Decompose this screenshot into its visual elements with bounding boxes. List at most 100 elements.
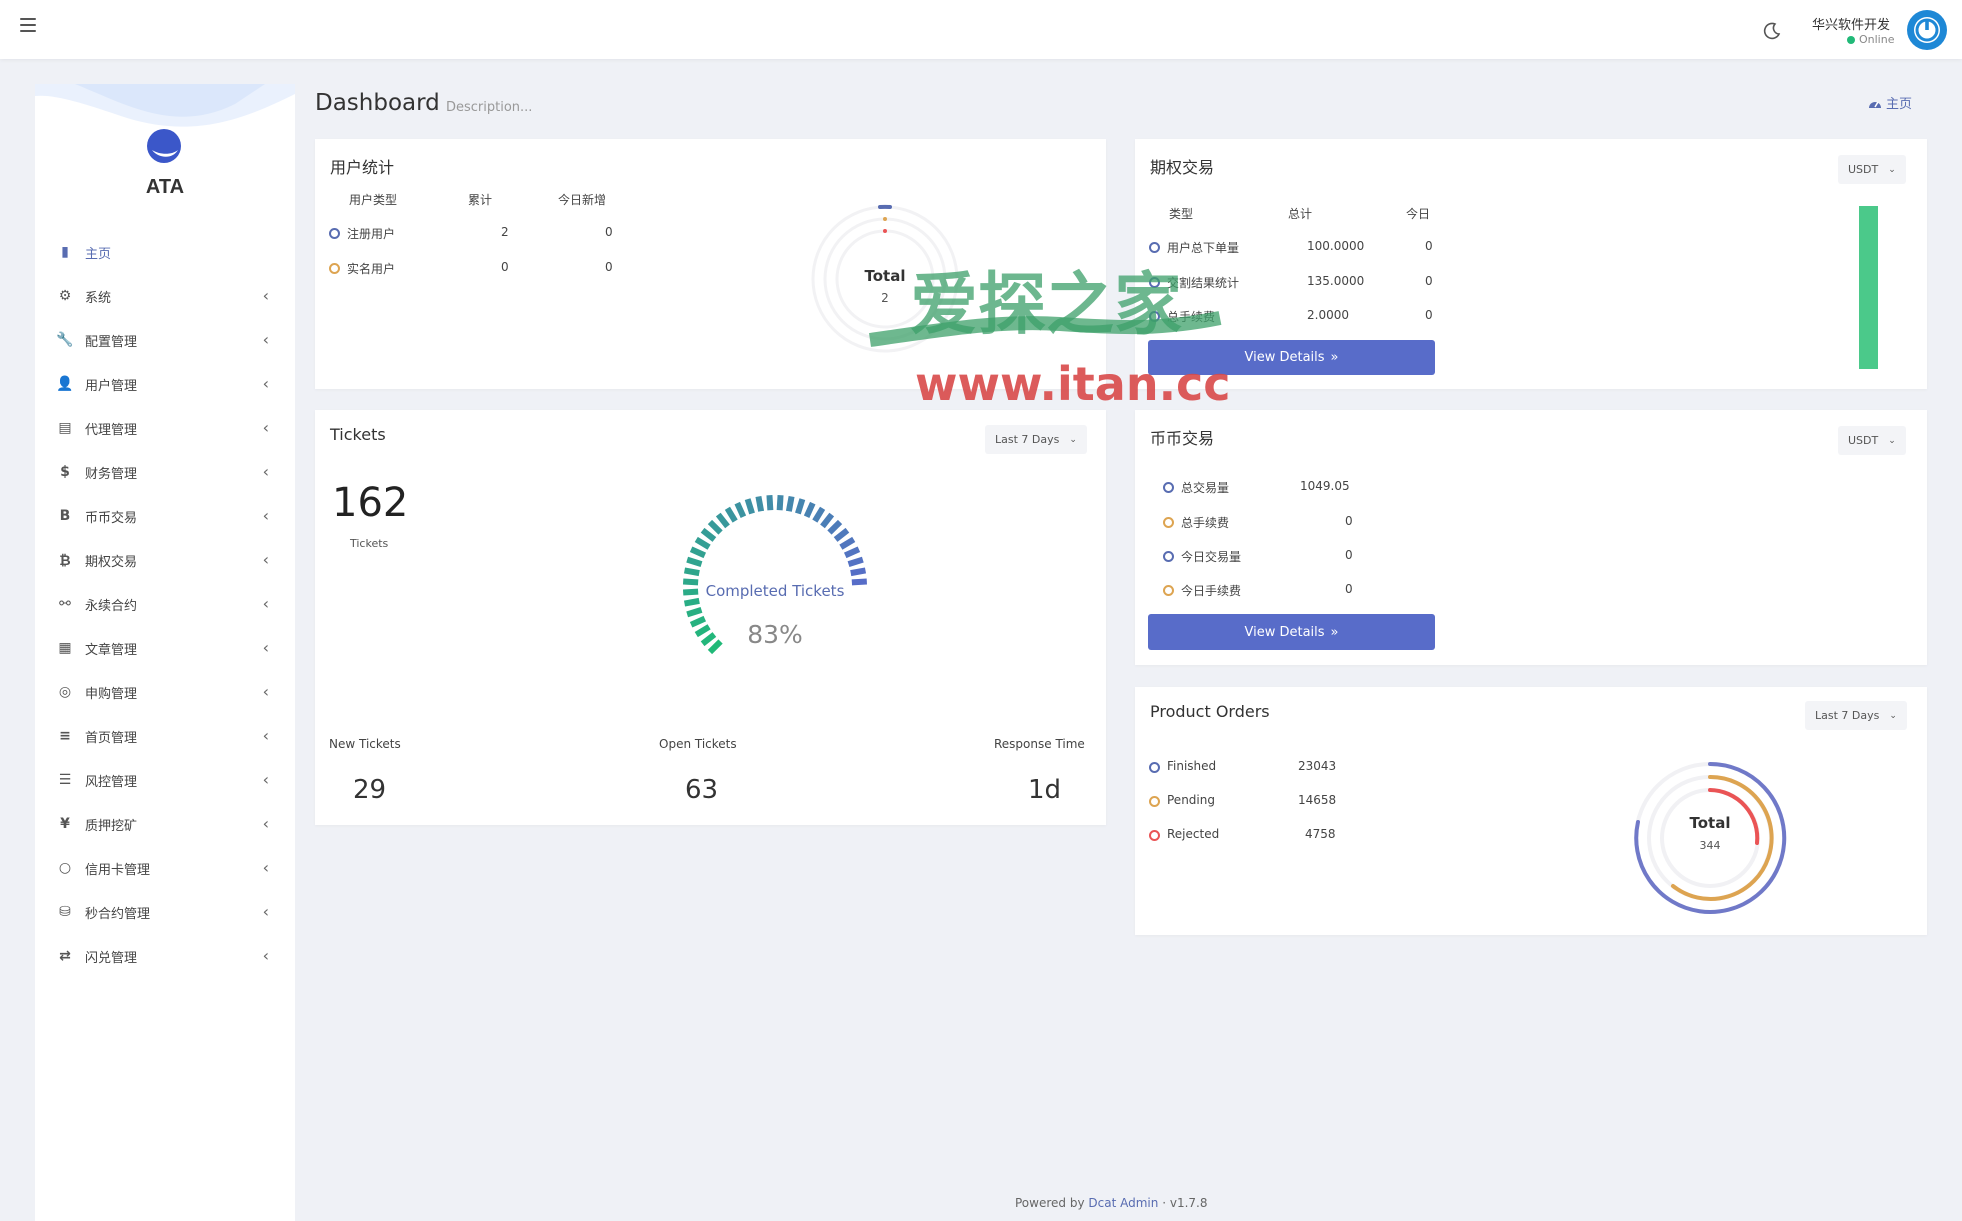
legend-circle-icon	[1149, 830, 1160, 841]
coin-trading-card: 币币交易 USDT ⌄ 总交易量 1049.05 总手续费 0 今日交易量 0 今…	[1135, 410, 1927, 665]
orders-radial-chart	[1634, 761, 1787, 914]
footer-separator: ·	[1162, 1196, 1167, 1210]
sidebar-item[interactable]: ▮ 主页	[35, 230, 295, 274]
sidebar-item-label: 闪兑管理	[85, 950, 138, 966]
range-dropdown[interactable]: Last 7 Days ⌄	[1805, 701, 1907, 730]
list-alt-icon: ☰	[58, 772, 72, 788]
chevron-down-icon: ⌄	[1069, 434, 1077, 445]
card-title: 用户统计	[330, 158, 395, 177]
chevron-left-icon: ‹	[262, 374, 269, 393]
gauge-tick	[820, 512, 835, 529]
sidebar-item-label: 代理管理	[85, 422, 138, 438]
footer-version: v1.7.8	[1169, 1196, 1208, 1210]
id-card-icon: ▤	[58, 420, 72, 436]
sidebar-item[interactable]: ⚙ 系统 ‹	[35, 274, 295, 318]
currency-dropdown[interactable]: USDT ⌄	[1838, 426, 1906, 455]
gauge-tick	[686, 607, 703, 618]
legend-circle-icon	[1149, 796, 1160, 807]
sidebar-item[interactable]: ☰ 风控管理 ‹	[35, 758, 295, 802]
row-total: 0	[501, 260, 509, 274]
gear-icon: ⚙	[58, 288, 72, 304]
breadcrumb-home[interactable]: 主页	[1886, 93, 1912, 112]
row-total: 100.0000	[1307, 239, 1365, 253]
avatar[interactable]	[1907, 10, 1947, 50]
exchange-icon: ⇄	[59, 948, 71, 964]
gauge-tick	[827, 519, 843, 535]
gauge-tick	[724, 506, 738, 523]
gauge-tick	[850, 597, 867, 607]
footer-prefix: Powered by	[1015, 1196, 1085, 1210]
gauge-tick	[847, 556, 864, 567]
sidebar-item[interactable]: B 币币交易 ‹	[35, 494, 295, 538]
gauge-tick	[683, 567, 700, 577]
menu-toggle-icon[interactable]	[20, 18, 36, 32]
sidebar-item[interactable]: ₿ 期权交易 ‹	[35, 538, 295, 582]
card-title: 币币交易	[1150, 429, 1215, 448]
double-chevron-right-icon: »	[1330, 350, 1339, 365]
sidebar-item[interactable]: ≡ 首页管理 ‹	[35, 714, 295, 758]
col-header: 累计	[468, 193, 493, 207]
sidebar-item[interactable]: ◎ 申购管理 ‹	[35, 670, 295, 714]
sidebar-item[interactable]: ▤ 代理管理 ‹	[35, 406, 295, 450]
online-dot-icon	[1847, 35, 1855, 44]
dashboard-gauge-icon	[1869, 101, 1881, 108]
page-description: Description...	[446, 100, 533, 115]
card-title: Tickets	[330, 425, 386, 444]
dark-mode-moon-icon[interactable]	[1762, 21, 1782, 41]
legend-circle-icon	[329, 228, 340, 239]
row-today: 0	[1425, 239, 1433, 253]
sidebar-item[interactable]: ⇄ 闪兑管理 ‹	[35, 934, 295, 978]
chevron-left-icon: ‹	[262, 902, 269, 921]
chevron-left-icon: ‹	[262, 462, 269, 481]
gauge-tick	[843, 546, 861, 559]
sidebar-item[interactable]: ▦ 文章管理 ‹	[35, 626, 295, 670]
stat-value: 1d	[1028, 775, 1062, 805]
row-today: 0	[605, 260, 613, 274]
options-trading-card: 期权交易 USDT ⌄ 类型 总计 今日 用户总下单量 100.0000 0 交割…	[1135, 139, 1927, 389]
row-today: 0	[605, 225, 613, 239]
brand-name: ATA	[145, 176, 185, 198]
user-name[interactable]: 华兴软件开发	[1812, 14, 1890, 33]
sidebar-item[interactable]: 👤 用户管理 ‹	[35, 362, 295, 406]
breadcrumb[interactable]: 主页	[1868, 93, 1912, 112]
chart-total-label: Total	[1689, 814, 1731, 832]
link-icon: ⚯	[59, 596, 71, 612]
bar-chart-icon: ▮	[61, 244, 69, 260]
sidebar-item[interactable]: ⛁ 秒合约管理 ‹	[35, 890, 295, 934]
currency-dropdown[interactable]: USDT ⌄	[1838, 155, 1906, 184]
button-label: View Details	[1244, 350, 1325, 365]
footer-link[interactable]: Dcat Admin	[1088, 1196, 1158, 1210]
sidebar-item-label: 信用卡管理	[85, 862, 151, 878]
circle-icon: ○	[58, 860, 72, 876]
chevron-down-icon: ⌄	[1889, 710, 1897, 721]
user-status: Online	[1847, 33, 1894, 46]
top-navbar: 华兴软件开发 Online	[0, 0, 1962, 59]
gauge-tick	[686, 556, 703, 567]
sidebar-item[interactable]: ○ 信用卡管理 ‹	[35, 846, 295, 890]
range-dropdown[interactable]: Last 7 Days ⌄	[985, 425, 1087, 454]
sidebar-item[interactable]: 🔧 配置管理 ‹	[35, 318, 295, 362]
view-details-button[interactable]: View Details »	[1148, 340, 1435, 375]
sidebar-item[interactable]: $ 财务管理 ‹	[35, 450, 295, 494]
dropdown-value: Last 7 Days	[1815, 709, 1880, 722]
page-title: Dashboard	[315, 90, 440, 116]
sidebar-item-label: 质押挖矿	[85, 818, 138, 834]
sidebar-item[interactable]: ¥ 质押挖矿 ‹	[35, 802, 295, 846]
double-chevron-right-icon: »	[1330, 624, 1339, 640]
list-icon: ≡	[59, 728, 71, 744]
chevron-left-icon: ‹	[262, 682, 269, 701]
row-label: 今日交易量	[1181, 550, 1242, 564]
sidebar-item-label: 配置管理	[85, 334, 138, 350]
sidebar-item[interactable]: ⚯ 永续合约 ‹	[35, 582, 295, 626]
chevron-down-icon: ⌄	[1888, 164, 1896, 175]
view-details-button[interactable]: View Details »	[1148, 614, 1435, 650]
row-label: 总交易量	[1181, 481, 1230, 495]
chevron-left-icon: ‹	[262, 726, 269, 745]
sidebar-item-label: 期权交易	[85, 554, 138, 570]
row-value: 0	[1345, 514, 1353, 528]
product-orders-card: Product Orders Last 7 Days ⌄ Finished 230…	[1135, 687, 1927, 935]
chevron-left-icon: ‹	[262, 770, 269, 789]
row-label: 实名用户	[347, 262, 396, 276]
gauge-value: 83%	[747, 620, 803, 649]
legend-circle-icon	[329, 263, 340, 274]
